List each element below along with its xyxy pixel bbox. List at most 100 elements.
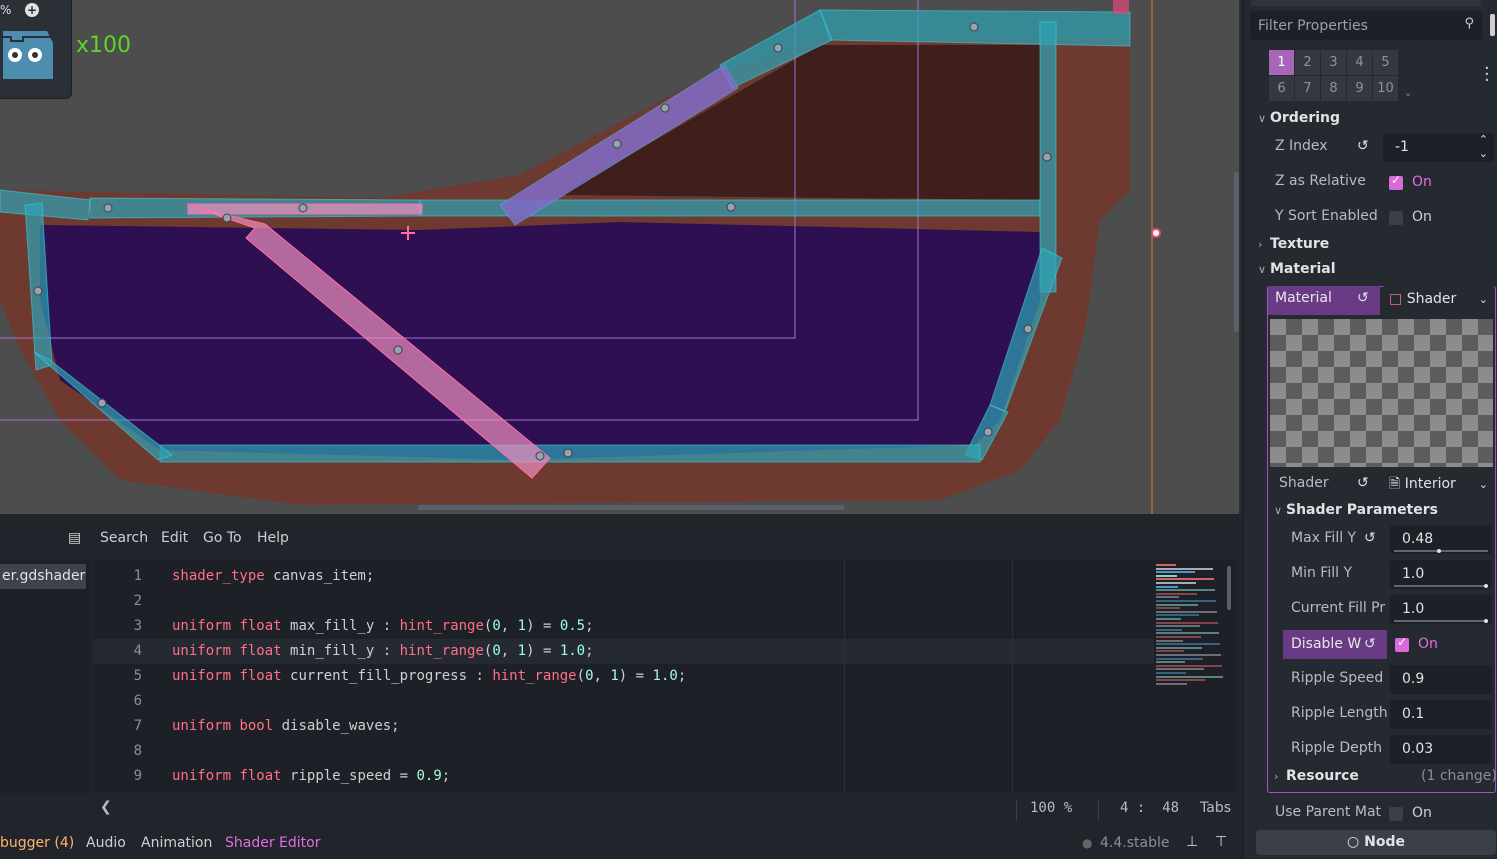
menu-go-to[interactable]: Go To bbox=[203, 530, 242, 546]
material-resource-picker[interactable]: □ Shader ⌄ bbox=[1383, 285, 1494, 314]
code-editor[interactable]: 9 uniform float ripple_speed = 0.9; 8 7 unif… bbox=[94, 560, 1237, 792]
canvas-viewport[interactable]: % + x100 bbox=[0, 0, 1241, 514]
layer-cell[interactable]: 10 bbox=[1373, 76, 1398, 101]
shader-file-item[interactable]: er.gdshader bbox=[0, 564, 86, 589]
chevron-down-icon[interactable]: ⌄ bbox=[1479, 470, 1488, 499]
code-token: uniform bbox=[172, 618, 232, 634]
minimap-line bbox=[1156, 657, 1203, 660]
line-number: 7 bbox=[133, 718, 142, 734]
section-material[interactable]: ∨ Material bbox=[1258, 261, 1336, 277]
revert-icon[interactable]: ↺ bbox=[1364, 530, 1376, 546]
revert-icon[interactable]: ↺ bbox=[1364, 636, 1376, 652]
disable-waves-checkbox[interactable] bbox=[1395, 635, 1409, 652]
section-shader-parameters[interactable]: ∨ Shader Parameters bbox=[1274, 502, 1438, 518]
chevron-left-icon[interactable]: ❮ bbox=[100, 799, 112, 815]
layer-cell[interactable]: 4 bbox=[1347, 50, 1372, 75]
ripple-speed-field[interactable]: 0.9 bbox=[1390, 665, 1492, 694]
filter-properties-field[interactable]: ⚲ bbox=[1250, 11, 1482, 40]
min-fill-knob[interactable] bbox=[1484, 584, 1488, 588]
tab-audio[interactable]: Audio bbox=[86, 835, 126, 851]
zoom-in-icon[interactable]: + bbox=[25, 3, 39, 17]
toggle-files-panel-icon[interactable]: ▤ bbox=[68, 530, 81, 546]
layer-cell[interactable]: 8 bbox=[1321, 76, 1346, 101]
section-material-title: Material bbox=[1270, 261, 1336, 277]
layer-cell[interactable]: 9 bbox=[1347, 76, 1372, 101]
layers-expand-icon[interactable]: ⌄ bbox=[1404, 88, 1412, 99]
layer-cell[interactable]: 6 bbox=[1269, 76, 1294, 101]
code-token: 0 bbox=[585, 668, 594, 684]
code-line[interactable]: 2 bbox=[94, 589, 1154, 614]
viewport-hscrollbar[interactable] bbox=[418, 505, 844, 510]
code-vscrollbar[interactable] bbox=[1227, 566, 1231, 610]
section-resource[interactable]: › Resource bbox=[1274, 768, 1359, 784]
z-relative-label: Z as Relative bbox=[1275, 173, 1366, 189]
code-line[interactable]: 3 uniform float max_fill_y : hint_range(0… bbox=[94, 614, 1154, 639]
layer-cell[interactable]: 2 bbox=[1295, 50, 1320, 75]
chevron-down-icon: ∨ bbox=[1258, 263, 1267, 276]
pink-marker bbox=[1113, 0, 1129, 14]
code-line[interactable]: 1 shader_type canvas_item; bbox=[94, 564, 1154, 589]
code-token: hint_range bbox=[492, 668, 577, 684]
line-number: 5 bbox=[133, 668, 142, 684]
pin-icon[interactable]: ⊥ bbox=[1186, 834, 1198, 850]
z-index-spinbox[interactable]: -1 ⌃ ⌄ bbox=[1383, 133, 1494, 162]
use-parent-material-checkbox[interactable] bbox=[1389, 807, 1403, 821]
layer-cell[interactable]: 3 bbox=[1321, 50, 1346, 75]
more-options-icon[interactable]: · · · bbox=[1484, 60, 1490, 90]
use-parent-material-label: Use Parent Mat bbox=[1275, 804, 1382, 820]
cursor-position: 4 : 48 bbox=[1120, 800, 1180, 816]
code-token: max_fill_y : bbox=[281, 618, 400, 634]
menu-help[interactable]: Help bbox=[257, 530, 289, 546]
chevron-down-icon[interactable]: ⌄ bbox=[1479, 285, 1488, 314]
use-parent-material-value: On bbox=[1412, 805, 1432, 821]
section-ordering[interactable]: ∨ Ordering bbox=[1258, 110, 1340, 126]
layer-cell[interactable]: 5 bbox=[1373, 50, 1398, 75]
layer-cell[interactable]: 1 bbox=[1269, 50, 1294, 75]
shader-resource-name: Interior bbox=[1404, 476, 1456, 492]
line-length-guide bbox=[1012, 560, 1013, 792]
minimap-line bbox=[1156, 603, 1198, 606]
z-relative-checkbox[interactable] bbox=[1389, 173, 1403, 190]
tab-animation[interactable]: Animation bbox=[141, 835, 212, 851]
scene-canvas[interactable] bbox=[0, 0, 1241, 514]
y-sort-checkbox[interactable] bbox=[1389, 211, 1403, 225]
code-line[interactable]: 6 bbox=[94, 689, 1154, 714]
ripple-depth-label: Ripple Depth bbox=[1291, 740, 1382, 756]
viewport-vscrollbar[interactable] bbox=[1234, 172, 1239, 332]
minimap-line bbox=[1156, 675, 1223, 678]
indent-mode[interactable]: Tabs bbox=[1200, 800, 1231, 816]
menu-search[interactable]: Search bbox=[100, 530, 148, 546]
line-number: 4 bbox=[133, 643, 142, 659]
spin-arrows-icon[interactable]: ⌃ ⌄ bbox=[1479, 133, 1488, 161]
revert-icon[interactable]: ↺ bbox=[1357, 138, 1369, 154]
node-tab-label: Node bbox=[1364, 834, 1405, 850]
code-line[interactable]: 8 bbox=[94, 739, 1154, 764]
resource-change-count: (1 change) bbox=[1421, 768, 1497, 784]
current-fill-knob[interactable] bbox=[1484, 619, 1488, 623]
ripple-length-field[interactable]: 0.1 bbox=[1390, 700, 1492, 729]
code-minimap[interactable] bbox=[1154, 560, 1234, 700]
code-line[interactable]: 5 uniform float current_fill_progress : h… bbox=[94, 664, 1154, 689]
filter-properties-input[interactable] bbox=[1250, 11, 1450, 40]
ripple-depth-field[interactable]: 0.03 bbox=[1390, 735, 1492, 764]
inspector-side-tab[interactable] bbox=[1490, 14, 1495, 36]
menu-edit[interactable]: Edit bbox=[161, 530, 188, 546]
tab-debugger[interactable]: bugger (4) bbox=[0, 835, 74, 851]
revert-icon[interactable]: ↺ bbox=[1357, 475, 1369, 491]
shader-file-list: er.gdshader bbox=[0, 560, 90, 794]
code-line[interactable]: 4 uniform float min_fill_y : hint_range(0… bbox=[94, 639, 1154, 664]
liquid-fill bbox=[40, 222, 1040, 460]
shader-resource-picker[interactable]: 🗎 Interior ⌄ bbox=[1383, 470, 1494, 499]
editor-zoom[interactable]: 100 % bbox=[1030, 800, 1072, 816]
node-dock-tab[interactable]: ○ Node bbox=[1256, 830, 1496, 855]
tab-shader-editor[interactable]: Shader Editor bbox=[225, 835, 320, 851]
code-line[interactable]: 9 uniform float ripple_speed = 0.9; bbox=[94, 764, 1154, 789]
expand-panel-icon[interactable]: ⊤ bbox=[1215, 834, 1227, 850]
minimap-line bbox=[1156, 639, 1183, 642]
revert-icon[interactable]: ↺ bbox=[1357, 290, 1369, 306]
minimap-line bbox=[1156, 664, 1222, 667]
code-line[interactable]: 7 uniform bool disable_waves; bbox=[94, 714, 1154, 739]
layer-cell[interactable]: 7 bbox=[1295, 76, 1320, 101]
section-texture[interactable]: › Texture bbox=[1258, 236, 1329, 252]
update-spinner-icon: ● bbox=[1082, 836, 1093, 850]
